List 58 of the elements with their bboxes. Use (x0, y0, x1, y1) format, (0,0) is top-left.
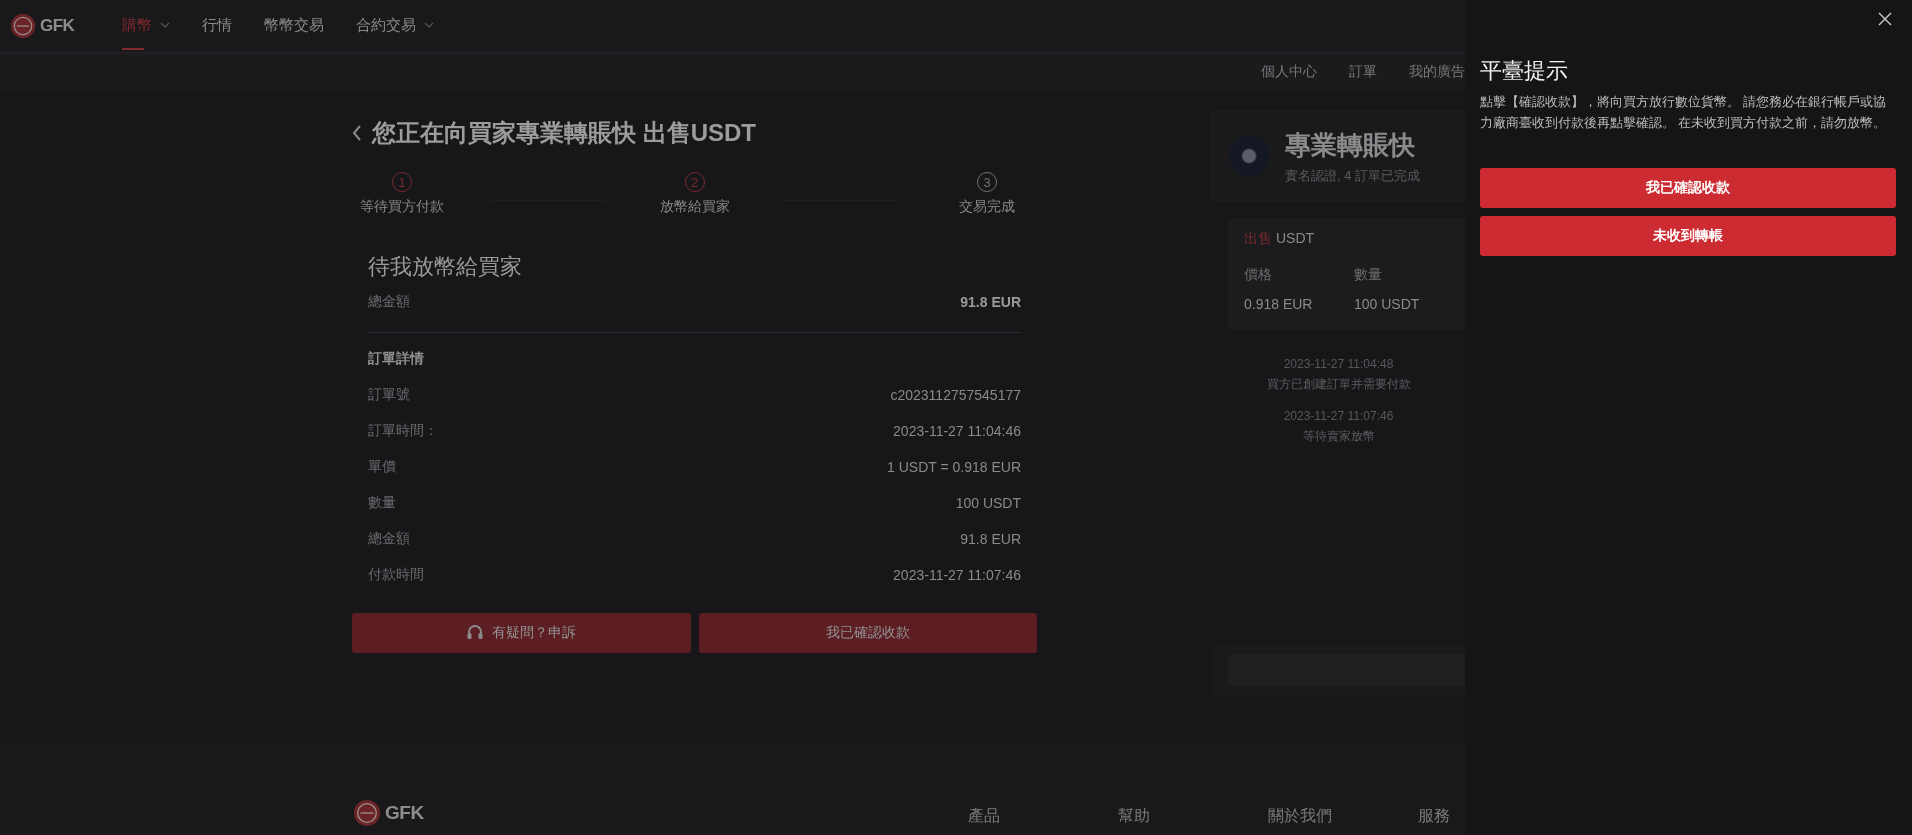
detail-value: 100 USDT (955, 495, 1021, 511)
drawer-message: 點擊【確認收款】，將向買方放行數位貨幣。 請您務必在銀行帳戶或協力廠商臺收到付款後再點擊確認。 在未收到買方付款之前，請勿放幣。 (1480, 94, 1888, 132)
close-button[interactable] (1876, 10, 1894, 28)
detail-label: 數量 (368, 494, 396, 512)
avatar-icon (1229, 136, 1269, 176)
detail-value: c2023112757545177 (890, 387, 1021, 403)
chevron-down-icon (424, 22, 435, 28)
headset-icon (466, 624, 485, 642)
detail-label: 訂單號 (368, 386, 410, 404)
step-label: 放幣給買家 (659, 198, 730, 216)
logo-text: GFK (40, 16, 75, 36)
footer-heading: 關於我們 (1267, 806, 1333, 826)
page-title: 您正在向買家專業轉賬快 出售USDT (372, 118, 756, 148)
total-amount: 91.8 EUR (960, 294, 1021, 310)
seller-name: 專業轉賬快 (1285, 128, 1416, 162)
detail-label: 總金額 (368, 530, 410, 548)
close-icon (1878, 12, 1892, 26)
step-label: 交易完成 (959, 198, 1015, 216)
trade-asset: USDT (1276, 230, 1315, 248)
chevron-down-icon (160, 22, 171, 28)
detail-value: 2023-11-27 11:04:46 (893, 423, 1021, 439)
trade-side: 出售 (1244, 230, 1272, 248)
column-label: 數量 (1354, 266, 1383, 284)
logo-text: GFK (385, 802, 424, 824)
nav-tab[interactable]: 行情 (186, 0, 249, 52)
detail-value: 91.8 EUR (960, 531, 1021, 547)
confirm-button[interactable]: 我已確認收款 (698, 613, 1037, 653)
drawer-title: 平臺提示 (1480, 57, 1569, 85)
event-text: 等待賣家放幣 (1302, 428, 1375, 445)
footer-heading: 服務 (1417, 806, 1450, 826)
status-title: 待我放幣給買家 (368, 253, 523, 281)
column-value: 100 USDT (1354, 296, 1421, 312)
column-value: 0.918 EUR (1244, 296, 1314, 312)
detail-label: 總金額 (368, 293, 410, 311)
nav-tab[interactable]: 合約交易 (340, 0, 451, 52)
back-icon[interactable] (352, 125, 362, 141)
subnav-link[interactable]: 個人中心 (1261, 62, 1317, 81)
footer-heading: 產品 (967, 806, 1001, 826)
logo-icon (10, 13, 36, 39)
column-label: 價格 (1244, 266, 1273, 284)
action-button[interactable]: 未收到轉帳 (1480, 216, 1896, 256)
footer-heading: 幫助 (1117, 806, 1151, 826)
event-time: 2023-11-27 11:07:46 (1283, 408, 1394, 425)
detail-label: 訂單時間： (368, 422, 438, 440)
subnav-link[interactable]: 我的廣告 (1409, 62, 1465, 81)
detail-label: 付款時間 (368, 566, 424, 584)
section-title: 訂單詳情 (368, 349, 425, 368)
detail-label: 單價 (368, 458, 396, 476)
logo-icon (353, 799, 381, 827)
step-label: 等待買方付款 (360, 198, 444, 216)
event-time: 2023-11-27 11:04:48 (1283, 356, 1394, 373)
nav-tab[interactable]: 幣幣交易 (248, 0, 341, 52)
appeal-button[interactable]: 有疑問？申訴 (352, 613, 691, 653)
detail-value: 1 USDT = 0.918 EUR (887, 459, 1021, 475)
action-button[interactable]: 我已確認收款 (1480, 168, 1896, 208)
detail-value: 2023-11-27 11:07:46 (893, 567, 1021, 583)
subnav-link[interactable]: 訂單 (1349, 62, 1377, 81)
seller-stats: 實名認證, 4 訂單已完成 (1285, 166, 1421, 185)
